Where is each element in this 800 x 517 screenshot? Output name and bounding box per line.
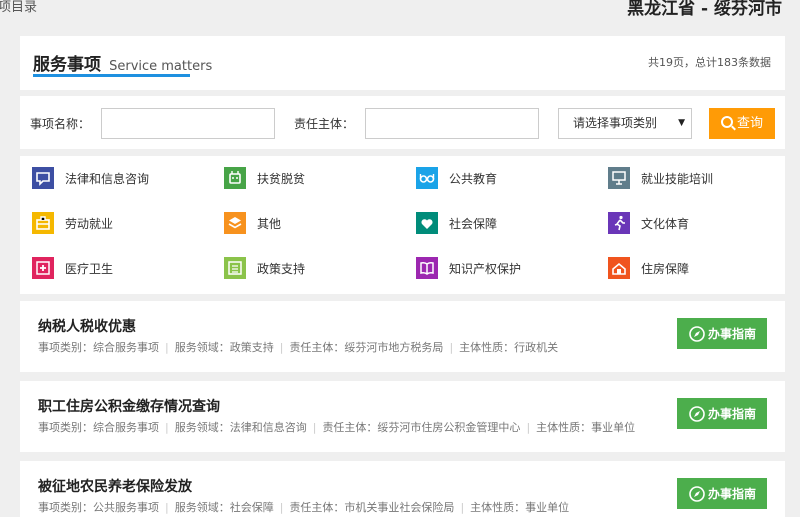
breadcrumb-fragment[interactable]: 项目录 (0, 0, 37, 16)
meta-separator: | (279, 501, 284, 514)
presentation-icon (608, 167, 630, 189)
meta-separator: | (460, 501, 465, 514)
guide-button-label: 办事指南 (707, 327, 756, 341)
item-name-label: 事项名称： (30, 117, 91, 131)
meta-category: 事项类别：公共服务事项 (38, 501, 159, 514)
item-meta: 事项类别：综合服务事项 | 服务领域：法律和信息咨询 | 责任主体：绥芬河市住房公积金管… (38, 419, 635, 435)
category-label: 政策支持 (257, 261, 306, 276)
item-meta: 事项类别：综合服务事项 | 服务领域：政策支持 | 责任主体：绥芬河市地方税务局 | 主体性… (38, 339, 558, 355)
category-label: 社会保障 (449, 216, 498, 231)
briefcase-icon (32, 212, 54, 234)
category-grid: 法律和信息咨询 扶贫脱贫 公共教育 就业技能培训 劳动就业 其他 社会保障 文化… (20, 156, 785, 294)
page-title: 服务事项 Service matters (33, 50, 212, 75)
dropdown-arrow-icon: ▼ (678, 118, 685, 128)
service-guide-button[interactable]: 办事指南 (677, 398, 767, 429)
category-other[interactable]: 其他 (224, 212, 281, 234)
item-name-input[interactable] (101, 108, 275, 139)
search-icon (720, 116, 733, 128)
category-healthcare[interactable]: 医疗卫生 (32, 257, 113, 279)
meta-field: 服务领域：法律和信息咨询 (174, 421, 307, 434)
location-title: 黑龙江省 - 绥芬河市 (627, 0, 782, 19)
item-title[interactable]: 职工住房公积金缴存情况查询 (38, 396, 220, 416)
page-title-cn: 服务事项 (33, 55, 101, 75)
meta-separator: | (165, 341, 169, 354)
item-meta: 事项类别：公共服务事项 | 服务领域：社会保障 | 责任主体：市机关事业社会保险局 | 主体… (38, 499, 569, 515)
category-labor-employment[interactable]: 劳动就业 (32, 212, 113, 234)
query-button-label: 查询 (736, 116, 763, 131)
meta-nature: 主体性质：事业单位 (470, 501, 570, 514)
meta-field: 服务领域：政策支持 (174, 341, 274, 354)
heart-icon (416, 212, 438, 234)
compass-icon (689, 325, 705, 342)
category-select[interactable]: 请选择事项类别 ▼ (558, 108, 692, 139)
meta-category: 事项类别：综合服务事项 (38, 341, 159, 354)
list-item: 纳税人税收优惠 事项类别：综合服务事项 | 服务领域：政策支持 | 责任主体：绥芬河市地… (20, 301, 785, 372)
meta-separator: | (312, 421, 317, 434)
list-item: 职工住房公积金缴存情况查询 事项类别：综合服务事项 | 服务领域：法律和信息咨询 | 责… (20, 381, 785, 452)
category-label: 住房保障 (641, 261, 690, 276)
category-label: 公共教育 (449, 171, 498, 186)
owner-label: 责任主体： (294, 117, 355, 131)
category-policy-support[interactable]: 政策支持 (224, 257, 305, 279)
meta-nature: 主体性质：事业单位 (536, 421, 636, 434)
guide-button-label: 办事指南 (707, 407, 756, 421)
category-label: 劳动就业 (65, 216, 114, 231)
medical-cross-icon (32, 257, 54, 279)
compass-icon (689, 405, 705, 422)
service-guide-button[interactable]: 办事指南 (677, 478, 767, 509)
category-label: 法律和信息咨询 (65, 171, 150, 186)
owner-input[interactable] (365, 108, 539, 139)
meta-separator: | (449, 341, 454, 354)
category-skills-training[interactable]: 就业技能培训 (608, 167, 713, 189)
meta-nature: 主体性质：行政机关 (459, 341, 559, 354)
meta-field: 服务领域：社会保障 (174, 501, 274, 514)
query-button[interactable]: 查询 (709, 108, 775, 139)
category-label: 医疗卫生 (65, 261, 114, 276)
item-title[interactable]: 被征地农民养老保险发放 (38, 476, 192, 496)
category-label: 就业技能培训 (641, 171, 714, 186)
meta-separator: | (526, 421, 531, 434)
meta-separator: | (165, 501, 169, 514)
meta-owner: 责任主体：绥芬河市住房公积金管理中心 (322, 421, 521, 434)
category-label: 扶贫脱贫 (257, 171, 306, 186)
house-icon (608, 257, 630, 279)
meta-separator: | (279, 341, 284, 354)
book-icon (416, 257, 438, 279)
runner-icon (608, 212, 630, 234)
meta-separator: | (165, 421, 169, 434)
category-public-education[interactable]: 公共教育 (416, 167, 497, 189)
title-underline (33, 74, 190, 77)
search-bar: 事项名称： 责任主体： 请选择事项类别 ▼ 查询 (20, 96, 785, 149)
category-housing-security[interactable]: 住房保障 (608, 257, 689, 279)
category-select-value: 请选择事项类别 (573, 116, 658, 130)
item-title[interactable]: 纳税人税收优惠 (38, 316, 136, 336)
chat-bubble-icon (32, 167, 54, 189)
category-culture-sports[interactable]: 文化体育 (608, 212, 689, 234)
service-guide-button[interactable]: 办事指南 (677, 318, 767, 349)
robot-icon (224, 167, 246, 189)
service-header: 服务事项 Service matters 共19页，总计183条数据 (20, 36, 785, 90)
category-label: 文化体育 (641, 216, 690, 231)
page-title-en: Service matters (109, 59, 213, 74)
category-poverty-alleviation[interactable]: 扶贫脱贫 (224, 167, 305, 189)
pagination-summary: 共19页，总计183条数据 (648, 56, 771, 69)
meta-owner: 责任主体：市机关事业社会保险局 (289, 501, 455, 514)
top-bar: 项目录 黑龙江省 - 绥芬河市 (0, 0, 800, 34)
meta-category: 事项类别：综合服务事项 (38, 421, 159, 434)
guide-button-label: 办事指南 (707, 487, 756, 501)
category-label: 知识产权保护 (449, 261, 522, 276)
category-social-security[interactable]: 社会保障 (416, 212, 497, 234)
category-label: 其他 (257, 216, 282, 231)
list-item: 被征地农民养老保险发放 事项类别：公共服务事项 | 服务领域：社会保障 | 责任主体：市… (20, 461, 785, 517)
compass-icon (689, 485, 705, 502)
layers-icon (224, 212, 246, 234)
category-legal-consulting[interactable]: 法律和信息咨询 (32, 167, 149, 189)
glasses-icon (416, 167, 438, 189)
document-icon (224, 257, 246, 279)
category-ip-protection[interactable]: 知识产权保护 (416, 257, 521, 279)
meta-owner: 责任主体：绥芬河市地方税务局 (289, 341, 444, 354)
